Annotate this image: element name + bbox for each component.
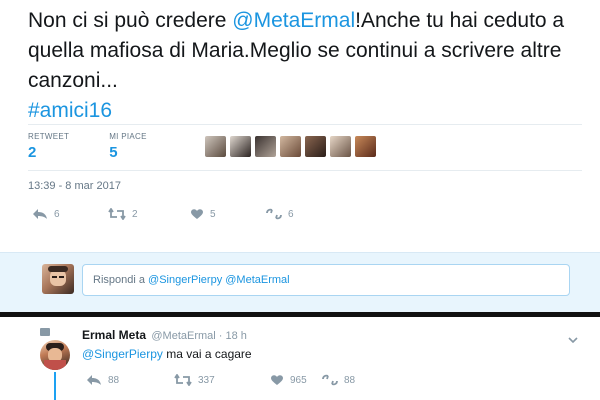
reply-input[interactable]: Rispondi a @SingerPierpy @MetaErmal [82,264,570,296]
tweet-text-part: Non ci si può credere [28,9,233,32]
divider [28,170,582,171]
avatar[interactable] [329,136,351,157]
retweet-stat-count: 2 [28,144,37,161]
likes-stat[interactable]: MI PIACE 5 [109,132,147,161]
reply-mentions: @SingerPierpy @MetaErmal [148,274,290,286]
reply-tweet-actions: 88 337 965 88 [86,374,355,386]
reply-icon [33,209,47,219]
thread-line [54,372,56,400]
analytics-count: 88 [344,374,356,386]
divider [28,124,582,125]
reply-author-handle[interactable]: @MetaErmal · 18 h [151,330,247,342]
likes-stat-count: 5 [109,144,118,161]
heart-icon [191,209,203,219]
avatar[interactable] [254,136,276,157]
avatar [42,264,74,294]
like-button[interactable]: 965 [270,374,322,386]
reply-prefix: Rispondi a [93,274,149,286]
retweet-stat[interactable]: RETWEET 2 [28,132,69,161]
retweet-button[interactable]: 337 [174,374,270,386]
analytics-icon [322,374,338,386]
avatar[interactable] [304,136,326,157]
tweet-actions: 6 2 5 6 [32,208,294,220]
liker-avatars [204,136,380,157]
like-count: 965 [290,374,307,386]
retweet-button[interactable]: 2 [108,208,190,220]
analytics-button[interactable]: 88 [322,374,355,386]
reply-tweet-text: @SingerPierpy ma vai a cagare [82,347,252,361]
like-count: 5 [210,208,216,220]
reply-tweet-header: Ermal Meta @MetaErmal · 18 h [82,328,247,342]
reply-count: 6 [54,208,60,220]
tweet-timestamp[interactable]: 13:39 - 8 mar 2017 [28,180,121,192]
hashtag-link[interactable]: #amici16 [28,99,112,122]
reply-icon [87,375,101,385]
avatar[interactable] [204,136,226,157]
reply-author-name[interactable]: Ermal Meta [82,328,146,342]
heart-icon [271,375,283,385]
like-button[interactable]: 5 [190,208,266,220]
tweet-text: Non ci si può credere @MetaErmal!Anche t… [28,6,588,126]
reply-count: 88 [108,374,120,386]
avatar[interactable] [279,136,301,157]
analytics-count: 6 [288,208,294,220]
reply-button[interactable]: 6 [32,208,108,220]
mention-link[interactable]: @SingerPierpy [82,347,163,361]
analytics-icon [266,208,282,220]
avatar[interactable] [229,136,251,157]
avatar[interactable] [354,136,376,157]
conversation-icon [40,328,50,336]
retweet-stat-label: RETWEET [28,132,70,141]
avatar[interactable] [40,340,70,370]
retweet-count: 2 [132,208,138,220]
likes-stat-label: MI PIACE [109,132,147,141]
reply-button[interactable]: 88 [86,374,174,386]
reply-tweet-body: ma vai a cagare [162,347,252,361]
retweet-count: 337 [198,374,215,386]
retweet-icon [174,374,192,386]
tweet-stats: RETWEET 2 MI PIACE 5 [28,132,380,161]
mention-link[interactable]: @MetaErmal [232,9,355,32]
chevron-down-icon[interactable] [568,330,578,348]
retweet-icon [108,208,126,220]
divider [0,312,600,317]
analytics-button[interactable]: 6 [266,208,294,220]
